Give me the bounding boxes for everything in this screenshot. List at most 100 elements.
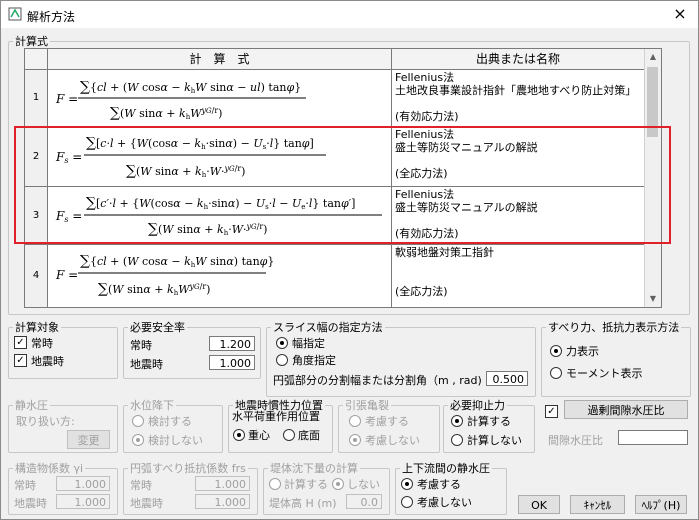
arc-coef-quake-input[interactable]: 1.000 <box>195 494 250 509</box>
scroll-up-icon[interactable]: ▲ <box>645 49 661 65</box>
arc-coef-quake-label: 地震時 <box>130 497 163 510</box>
water-drop-yes-label: 検討する <box>148 415 192 428</box>
pore-checkbox[interactable]: ✓ <box>545 405 558 418</box>
safety-legend: 必要安全率 <box>130 321 185 334</box>
svg-text:F =: F = <box>55 268 78 282</box>
highlight-box <box>14 126 671 244</box>
centroid-label: 重心 <box>248 429 270 442</box>
structure-legend: 構造物係数 γi <box>15 462 84 475</box>
structure-quake-input[interactable]: 1.000 <box>56 494 110 509</box>
row-number-4[interactable]: 4 <box>25 245 48 307</box>
safety-quake-input[interactable]: 1.000 <box>209 355 255 370</box>
water-drop-yes-radio[interactable] <box>132 415 144 427</box>
moment-display-label: モーメント表示 <box>566 367 643 380</box>
structure-normal-input[interactable]: 1.000 <box>56 476 110 491</box>
pore-ratio-label: 間隙水圧比 <box>548 434 603 447</box>
col-formula-header: 計 算 式 <box>48 49 392 70</box>
svg-text:F =: F = <box>55 92 78 106</box>
flow-no-label: 考慮しない <box>417 496 472 509</box>
arc-coef-normal-label: 常時 <box>130 479 152 492</box>
embank-height-input[interactable]: 0.0 <box>346 494 382 509</box>
source-cell-4[interactable]: 軟弱地盤対策工指針 (全応力法) <box>392 245 645 307</box>
source-4-line-4: (全応力法) <box>395 285 448 298</box>
structure-normal-label: 常時 <box>14 479 36 492</box>
force-display-label: 力表示 <box>566 345 599 358</box>
safety-normal-label: 常時 <box>130 339 152 352</box>
flow-no-radio[interactable] <box>401 496 413 508</box>
target-group: 計算対象 <box>8 319 118 379</box>
help-button[interactable]: ﾍﾙﾌﾟ(H) <box>635 495 687 514</box>
arc-coef-normal-input[interactable]: 1.000 <box>195 476 250 491</box>
resist-nocalc-label: 計算しない <box>467 434 522 447</box>
svg-text:∑(W sinα + khWyG/r): ∑(W sinα + khWyG/r) <box>98 281 210 297</box>
excess-pore-button[interactable]: 過剰間隙水圧比 <box>564 400 688 419</box>
app-icon <box>8 7 22 21</box>
resist-legend: 必要抑止力 <box>450 399 505 412</box>
flow-legend: 上下流間の静水圧 <box>402 462 490 475</box>
bottom-radio[interactable] <box>283 429 295 441</box>
display-group: すべり力、抵抗力表示方法 <box>541 319 691 397</box>
row-number-1[interactable]: 1 <box>25 70 48 127</box>
crack-no-label: 考慮しない <box>365 434 420 447</box>
source-1-line-2: 土地改良事業設計指針「農地地すべり防止対策」 <box>395 84 637 97</box>
slice-legend: スライス幅の指定方法 <box>273 321 383 334</box>
arc-coef-legend: 円弧すべり抵抗係数 frs <box>130 462 246 475</box>
slice-angle-radio[interactable] <box>276 354 288 366</box>
force-display-radio[interactable] <box>550 345 562 357</box>
ok-button[interactable]: OK <box>518 495 560 514</box>
moment-display-radio[interactable] <box>550 367 562 379</box>
col-source-header: 出典または名称 <box>392 49 644 70</box>
safety-normal-input[interactable]: 1.200 <box>209 336 255 351</box>
bottom-label: 底面 <box>298 429 320 442</box>
flow-yes-radio[interactable] <box>401 478 413 490</box>
arc-split-input[interactable]: 0.500 <box>486 371 528 386</box>
tension-crack-legend: 引張亀裂 <box>345 399 389 412</box>
display-legend: すべり力、抵抗力表示方法 <box>548 321 680 334</box>
slice-width-radio[interactable] <box>276 337 288 349</box>
slice-width-label: 幅指定 <box>292 337 325 350</box>
formula-cell-1[interactable]: F = ∑{cl + (W cosα − khW sinα − ul) tanφ… <box>48 70 392 127</box>
static-water-label: 取り扱い方: <box>16 415 75 428</box>
dialog-window: 解析方法 × 計算式 計 算 式 出典または名称 1 F = ∑{cl + (W… <box>0 0 699 520</box>
svg-text:∑{cl + (W cosα − khW sinα − ul: ∑{cl + (W cosα − khW sinα − ul) tanφ} <box>80 79 301 95</box>
quake-label: 地震時 <box>31 355 64 368</box>
inertia-sub-label: 水平荷重作用位置 <box>232 410 320 423</box>
window-title: 解析方法 <box>27 10 76 24</box>
static-water-legend: 静水圧 <box>15 399 48 412</box>
structure-quake-label: 地震時 <box>14 497 47 510</box>
cancel-button[interactable]: ｷｬﾝｾﾙ <box>570 495 625 514</box>
settlement-calc-radio[interactable] <box>269 478 281 490</box>
source-1-line-1: Fellenius法 <box>395 71 455 84</box>
target-legend: 計算対象 <box>15 321 59 334</box>
normal-checkbox[interactable]: ✓ <box>14 336 27 349</box>
settlement-calc-label: 計算する <box>284 478 328 491</box>
table-corner <box>25 49 48 70</box>
formula-4: F = ∑{cl + (W cosα − khW sinα) tanφ} ∑(W… <box>55 253 274 297</box>
crack-no-radio[interactable] <box>349 434 361 446</box>
resist-calc-label: 計算する <box>467 415 511 428</box>
crack-yes-radio[interactable] <box>349 415 361 427</box>
title-bar: 解析方法 × <box>1 1 698 28</box>
water-drop-no-radio[interactable] <box>132 434 144 446</box>
source-cell-1[interactable]: Fellenius法 土地改良事業設計指針「農地地すべり防止対策」 (有効応力法… <box>392 70 645 127</box>
source-4-line-1: 軟弱地盤対策工指針 <box>395 246 494 259</box>
svg-text:∑{cl + (W cosα − khW sinα) tan: ∑{cl + (W cosα − khW sinα) tanφ} <box>80 253 274 269</box>
source-1-line-4: (有効応力法) <box>395 110 459 123</box>
close-icon[interactable]: × <box>670 4 690 24</box>
settlement-none-radio[interactable] <box>332 478 344 490</box>
water-drop-legend: 水位降下 <box>130 399 174 412</box>
arc-split-label: 円弧部分の分割幅または分割角（m , rad) <box>273 374 482 387</box>
resist-calc-radio[interactable] <box>451 415 463 427</box>
crack-yes-label: 考慮する <box>365 415 409 428</box>
slice-angle-label: 角度指定 <box>292 354 336 367</box>
formula-1: F = ∑{cl + (W cosα − khW sinα − ul) tanφ… <box>55 79 306 121</box>
centroid-radio[interactable] <box>233 429 245 441</box>
pore-ratio-input[interactable] <box>618 430 688 445</box>
scroll-down-icon[interactable]: ▼ <box>645 291 661 307</box>
flow-yes-label: 考慮する <box>417 478 461 491</box>
quake-checkbox[interactable]: ✓ <box>14 354 27 367</box>
change-button[interactable]: 変更 <box>67 430 110 449</box>
resist-nocalc-radio[interactable] <box>451 434 463 446</box>
svg-text:∑(W sinα + khWyG/r): ∑(W sinα + khWyG/r) <box>110 105 222 121</box>
formula-cell-4[interactable]: F = ∑{cl + (W cosα − khW sinα) tanφ} ∑(W… <box>48 245 392 307</box>
